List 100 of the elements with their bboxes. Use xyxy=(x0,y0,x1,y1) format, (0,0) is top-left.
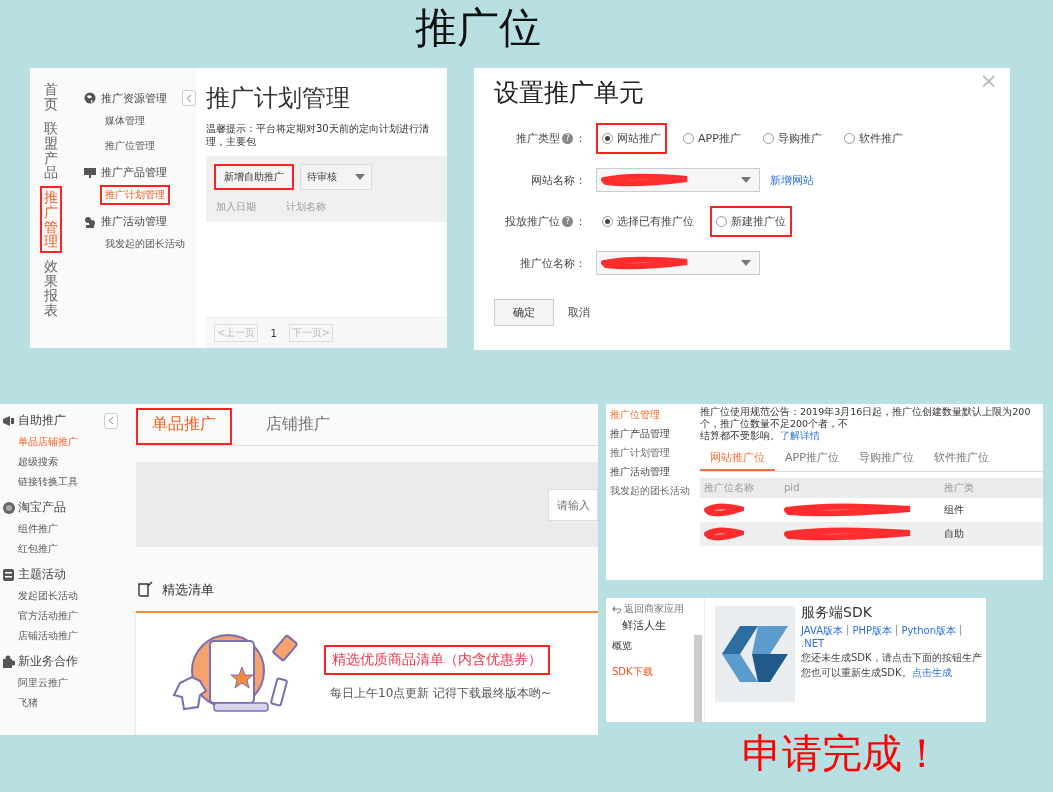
column-header: 加入日期 xyxy=(216,200,256,214)
version-link[interactable]: PHP版本 xyxy=(852,624,892,638)
cancel-link[interactable]: 取消 xyxy=(568,305,590,320)
help-icon[interactable]: ? xyxy=(562,133,573,144)
menu-item[interactable]: 推广活动管理 xyxy=(610,465,698,479)
radio-button[interactable] xyxy=(716,216,727,227)
status-dropdown[interactable]: 待审核 xyxy=(300,164,372,190)
section-title: 精选清单 xyxy=(162,581,214,599)
notice-text: 推广位使用规范公告：2019年3月16日起，推广位创建数量默认上限为200个，推广位数量不足200个者，不 xyxy=(700,406,1032,430)
menu-item[interactable]: 官方活动推广 xyxy=(18,609,126,623)
select-field[interactable] xyxy=(596,251,760,275)
table-cell-text: 组件 xyxy=(944,502,965,517)
field-label: 推广类型 xyxy=(516,131,560,146)
menu-item[interactable]: 推广计划管理 xyxy=(610,446,698,460)
collapse-button[interactable] xyxy=(182,90,196,106)
menu-item[interactable]: 推广位管理 xyxy=(100,136,160,156)
nav-item[interactable]: 联盟产品 xyxy=(40,117,62,185)
group-icon xyxy=(84,166,96,179)
help-icon[interactable]: ? xyxy=(562,216,573,227)
menu-item[interactable]: 推广产品管理 xyxy=(610,427,698,441)
back-link[interactable]: 返回商家应用 xyxy=(612,602,704,616)
collapse-button[interactable] xyxy=(104,412,118,429)
field-label: 推广位名称： xyxy=(520,255,586,271)
menu-item[interactable]: 单品店铺推广 xyxy=(18,435,126,449)
group-icon xyxy=(2,654,15,669)
info-text: 您还未生成SDK，请点击下面的按钮生产 xyxy=(801,651,983,664)
page-number[interactable]: 1 xyxy=(270,327,277,339)
menu-item[interactable]: 推广计划管理 xyxy=(100,185,170,205)
list-title-link[interactable]: 精选优质商品清单（内含优惠券） xyxy=(324,644,550,675)
column-header: 推广类 xyxy=(944,480,975,495)
menu-item[interactable]: 组件推广 xyxy=(18,522,126,536)
radio-button[interactable] xyxy=(843,133,855,144)
search-field[interactable]: 请输入 xyxy=(548,488,598,521)
menu-item[interactable]: SDK下载 xyxy=(612,665,694,679)
menu-item[interactable]: 飞猪 xyxy=(18,696,126,710)
menu-item[interactable]: 阿里云推广 xyxy=(18,676,126,690)
tab[interactable]: 软件推广位 xyxy=(923,445,999,471)
field-label: 网站名称： xyxy=(531,172,586,188)
group-title: 新业务合作 xyxy=(18,653,78,670)
menu-item[interactable]: 概览 xyxy=(612,639,694,653)
radio-option[interactable]: APP推广 xyxy=(677,123,747,154)
chevron-icon xyxy=(108,416,114,425)
chevron-icon xyxy=(186,93,192,103)
details-link[interactable]: 了解详情 xyxy=(780,429,820,441)
radio-option[interactable]: 网站推广 xyxy=(596,123,667,154)
group-title: 淘宝产品 xyxy=(18,499,66,516)
menu-item[interactable]: 链接转换工具 xyxy=(18,475,126,489)
dialog-title: 设置推广单元 xyxy=(494,77,644,109)
add-site-link[interactable]: 新增网站 xyxy=(770,172,814,188)
label-colon: ： xyxy=(575,214,586,229)
radio-button[interactable] xyxy=(602,133,613,144)
radio-button[interactable] xyxy=(683,133,694,144)
sdk-title: 服务端SDK xyxy=(801,604,873,622)
version-link[interactable]: Python版本 xyxy=(901,624,957,638)
notice-text: 结算都不受影响。 xyxy=(700,429,780,441)
radio-option[interactable]: 导购推广 xyxy=(756,123,828,154)
menu-item[interactable]: 超级搜索 xyxy=(18,455,126,469)
caret-icon xyxy=(741,177,751,183)
separator: | xyxy=(846,624,850,638)
separator: | xyxy=(895,624,899,638)
menu-item[interactable]: 我发起的团长活动 xyxy=(100,234,190,254)
menu-item[interactable]: 媒体管理 xyxy=(100,111,150,131)
add-button[interactable]: 新增自助推广 xyxy=(214,164,294,190)
notice-text: 温馨提示：平台将定期对30天前的定向计划进行清理，主要包 xyxy=(206,122,430,148)
select-field[interactable] xyxy=(596,168,760,192)
version-link[interactable]: .NET xyxy=(801,638,825,649)
group-icon xyxy=(2,413,15,428)
nav-item[interactable]: 效果报表 xyxy=(40,254,62,322)
generate-link[interactable]: 点击生成 xyxy=(911,667,952,678)
tab[interactable]: APP推广位 xyxy=(775,445,849,471)
radio-button[interactable] xyxy=(602,216,613,227)
radio-option[interactable]: 新建推广位 xyxy=(710,206,792,237)
scrollbar[interactable] xyxy=(694,635,702,722)
completion-note: 申请完成！ xyxy=(742,729,942,778)
group-title: 主题活动 xyxy=(18,566,66,583)
menu-item[interactable]: 红包推广 xyxy=(18,542,126,556)
checklist-icon xyxy=(136,581,154,599)
menu-item[interactable]: 店铺活动推广 xyxy=(18,629,126,643)
group-title: 推广产品管理 xyxy=(101,165,167,180)
radio-option[interactable]: 软件推广 xyxy=(837,123,909,154)
group-icon xyxy=(2,500,15,515)
caret-icon xyxy=(741,260,751,266)
page-heading: 推广计划管理 xyxy=(206,83,351,114)
group-icon xyxy=(84,215,96,228)
field-label: 投放推广位 xyxy=(505,214,560,229)
column-header: 计划名称 xyxy=(286,200,326,214)
menu-item[interactable]: 发起团长活动 xyxy=(18,589,126,603)
menu-item[interactable]: 我发起的团长活动 xyxy=(610,484,698,498)
radio-option[interactable]: 选择已有推广位 xyxy=(596,206,700,237)
nav-item[interactable]: 推广管理 xyxy=(40,186,62,253)
tab[interactable]: 店铺推广 xyxy=(250,408,346,445)
tab[interactable]: 导购推广位 xyxy=(848,445,924,471)
nav-item[interactable]: 首页 xyxy=(40,78,62,116)
group-title: 自助推广 xyxy=(18,412,66,429)
app-name: 鲜活人生 xyxy=(621,618,667,634)
radio-button[interactable] xyxy=(762,133,774,144)
info-text: 您也可以重新生成SDK。 xyxy=(801,667,912,678)
confirm-button[interactable]: 确定 xyxy=(494,299,554,326)
version-link[interactable]: JAVA版本 xyxy=(801,624,844,638)
label-colon: ： xyxy=(575,131,586,146)
